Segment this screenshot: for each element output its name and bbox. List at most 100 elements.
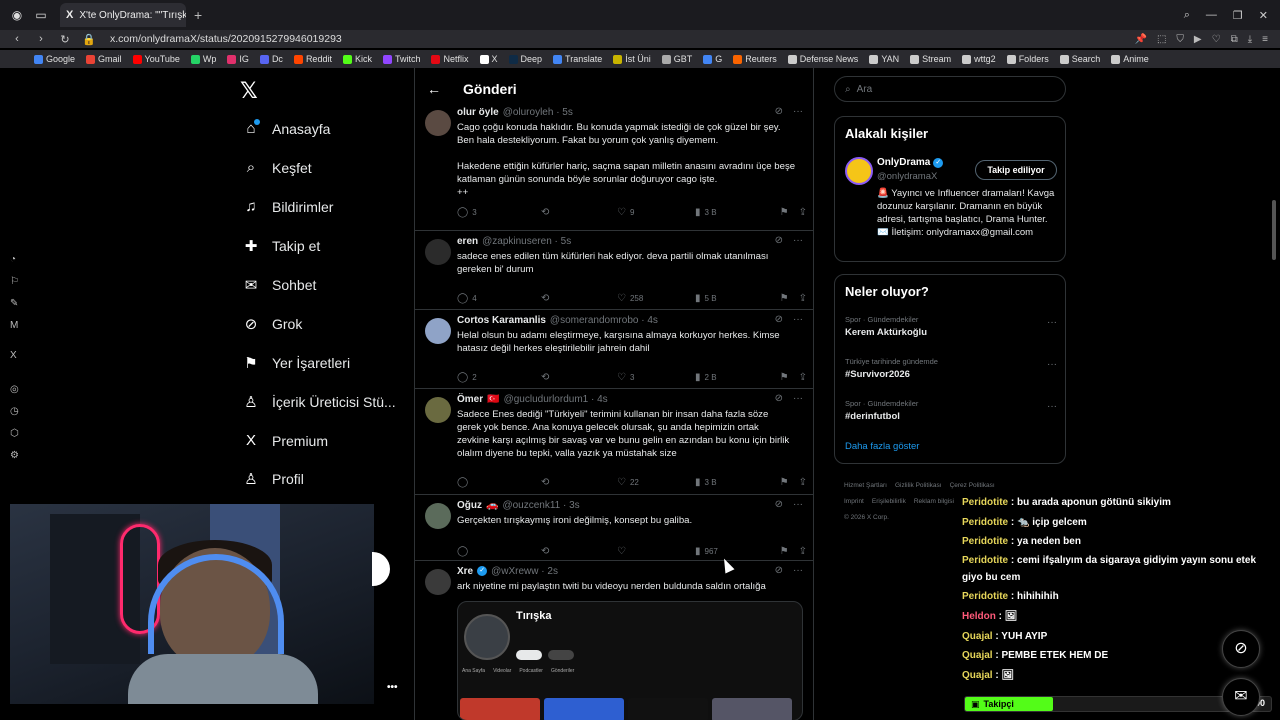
restore-icon[interactable]: ❐ <box>1233 9 1243 22</box>
bookmark-item[interactable]: Folders <box>1006 54 1049 64</box>
panel-icon-5[interactable]: ◎ <box>10 384 19 395</box>
more-icon[interactable]: ··· <box>793 235 803 246</box>
views-button[interactable]: ▮ 3 B <box>695 477 779 488</box>
grok-icon[interactable]: ⊘ <box>775 499 783 510</box>
panel-x-icon[interactable]: X <box>10 350 17 361</box>
reload-icon[interactable]: ↻ <box>58 33 72 46</box>
avatar[interactable] <box>425 318 451 344</box>
bookmark-icon[interactable]: ⚑ <box>780 546 789 557</box>
shield-icon[interactable]: ⛉ <box>1176 34 1184 45</box>
grok-icon[interactable]: ⊘ <box>775 235 783 246</box>
like-button[interactable]: ♡ 9 <box>617 207 695 218</box>
post-media[interactable]: Tırışka Ana Sayfa Videolar Podcastler Gönder… <box>457 601 803 720</box>
new-tab-button[interactable]: + <box>194 7 202 23</box>
repost-button[interactable]: ⟲ <box>541 293 617 304</box>
panel-icon-2[interactable]: ⚐ <box>10 276 19 287</box>
grok-icon[interactable]: ⊘ <box>775 106 783 117</box>
bookmark-item[interactable]: Gmail <box>86 54 122 64</box>
like-button[interactable]: ♡ 22 <box>617 477 695 488</box>
footer-link[interactable]: © 2026 X Corp. <box>844 514 889 521</box>
nav-item-8[interactable]: ♙ İçerik Üreticisi Stü... <box>242 393 395 411</box>
post-item[interactable]: Ömer 🇹🇷 @gucludurlordum1 · 4s ⊘ ··· Sadece En… <box>415 389 813 495</box>
nav-item-7[interactable]: ⚑ Yer İşaretleri <box>242 354 350 372</box>
author-handle[interactable]: @wXreww · 2s <box>491 566 558 577</box>
footer-link[interactable]: Hizmet Şartları <box>844 482 887 489</box>
footer-link[interactable]: Çerez Politikası <box>950 482 995 489</box>
bookmark-item[interactable]: GBT <box>661 54 692 64</box>
back-arrow-icon[interactable]: ← <box>427 81 441 97</box>
avatar[interactable] <box>425 569 451 595</box>
player-icon[interactable]: ▶ <box>1194 34 1202 45</box>
browser-logo-icon[interactable]: ◉ <box>10 8 24 22</box>
panel-icon-1[interactable]: ◔ <box>10 254 16 265</box>
bookmark-item[interactable]: İst Üni <box>613 54 651 64</box>
bookmark-icon[interactable]: ⚑ <box>780 477 789 488</box>
back-icon[interactable]: ‹ <box>10 33 24 45</box>
views-button[interactable]: ▮ 967 <box>695 546 779 557</box>
like-button[interactable]: ♡ <box>617 546 695 557</box>
repost-button[interactable]: ⟲ <box>541 372 617 383</box>
views-button[interactable]: ▮ 3 B <box>695 207 779 218</box>
author-name[interactable]: Cortos Karamanlis <box>457 315 546 326</box>
bookmark-item[interactable]: wttg2 <box>962 54 996 64</box>
post-item[interactable]: eren @zapkinuseren · 5s ⊘ ··· sadece enes ed… <box>415 231 813 310</box>
grok-icon[interactable]: ⊘ <box>775 393 783 404</box>
bookmark-item[interactable]: Defense News <box>787 54 858 64</box>
author-handle[interactable]: @ouzcenk11 · 3s <box>502 500 579 511</box>
bookmark-item[interactable]: X <box>479 54 498 64</box>
profile-menu-icon[interactable]: ≡ <box>1262 34 1268 45</box>
chat-username[interactable]: Peridotite <box>962 536 1008 547</box>
browser-tab[interactable]: X X'te OnlyDrama: ""Tırışka ✕ <box>60 3 186 27</box>
settings-icon[interactable]: ⚙ <box>10 450 19 461</box>
reply-button[interactable]: ◯ 4 <box>457 293 541 304</box>
grok-icon[interactable]: ⊘ <box>775 314 783 325</box>
avatar[interactable] <box>425 239 451 265</box>
bookmark-item[interactable]: Search <box>1059 54 1100 64</box>
post-item[interactable]: olur öyle @oluroyleh · 5s ⊘ ··· Cago çoğu ko… <box>415 102 813 231</box>
bookmark-item[interactable]: Reuters <box>733 54 777 64</box>
avatar[interactable] <box>425 503 451 529</box>
nav-item-9[interactable]: X Premium <box>242 432 328 449</box>
author-handle[interactable]: @zapkinuseren · 5s <box>482 236 571 247</box>
repost-button[interactable]: ⟲ <box>541 546 617 557</box>
chat-username[interactable]: Quajal <box>962 670 993 681</box>
footer-link[interactable]: Imprint <box>844 498 864 505</box>
bookmark-item[interactable]: YAN <box>869 54 899 64</box>
nav-item-2[interactable]: ⌕ Keşfet <box>242 159 312 176</box>
bookmark-item[interactable]: IG <box>227 54 249 64</box>
search-input[interactable]: ⌕ Ara <box>834 76 1066 102</box>
views-button[interactable]: ▮ 5 B <box>695 293 779 304</box>
more-icon[interactable]: ··· <box>1047 401 1057 412</box>
tab-groups-icon[interactable]: ▭ <box>34 8 48 22</box>
bookmark-item[interactable]: Google <box>34 54 75 64</box>
share-icon[interactable]: ⇪ <box>799 477 807 488</box>
bookmark-item[interactable]: Twitch <box>382 54 420 64</box>
bookmark-item[interactable]: G <box>703 54 722 64</box>
trend-item[interactable]: Spor · Gündemdekiler #derinfutbol ··· <box>845 399 1057 422</box>
trend-item[interactable]: Türkiye tarihinde gündemde #Survivor2026 ·… <box>845 357 1057 380</box>
share-icon[interactable]: ⇪ <box>799 546 807 557</box>
chat-username[interactable]: Heldon <box>962 611 996 622</box>
close-window-icon[interactable]: ✕ <box>1259 9 1268 22</box>
bookmark-icon[interactable]: ⚑ <box>780 293 789 304</box>
chat-username[interactable]: Peridotite <box>962 555 1008 566</box>
bookmark-item[interactable]: Dc <box>259 54 283 64</box>
avatar[interactable] <box>425 110 451 136</box>
x-logo-icon[interactable]: 𝕏 <box>240 78 258 104</box>
search-tabs-icon[interactable]: ⌕ <box>1184 9 1190 22</box>
like-button[interactable]: ♡ 258 <box>617 293 695 304</box>
chat-username[interactable]: Peridotite <box>962 497 1008 508</box>
footer-link[interactable]: Erişilebilirlik <box>872 498 906 505</box>
minimize-icon[interactable]: — <box>1206 9 1217 22</box>
avatar[interactable] <box>425 397 451 423</box>
panel-icon-3[interactable]: ✎ <box>10 298 18 309</box>
bookmark-item[interactable]: Anime <box>1111 54 1149 64</box>
reply-button[interactable]: ◯ <box>457 477 541 488</box>
more-icon[interactable]: ··· <box>1047 359 1057 370</box>
bookmark-item[interactable]: Deep <box>508 54 542 64</box>
post-item[interactable]: Xre ✓ @wXreww · 2s ⊘ ··· ark niyetine mi payl… <box>415 561 813 720</box>
related-name[interactable]: OnlyDrama ✓ <box>877 157 944 168</box>
author-name[interactable]: olur öyle <box>457 107 499 118</box>
author-name[interactable]: eren <box>457 236 478 247</box>
more-icon[interactable]: ··· <box>793 314 803 325</box>
